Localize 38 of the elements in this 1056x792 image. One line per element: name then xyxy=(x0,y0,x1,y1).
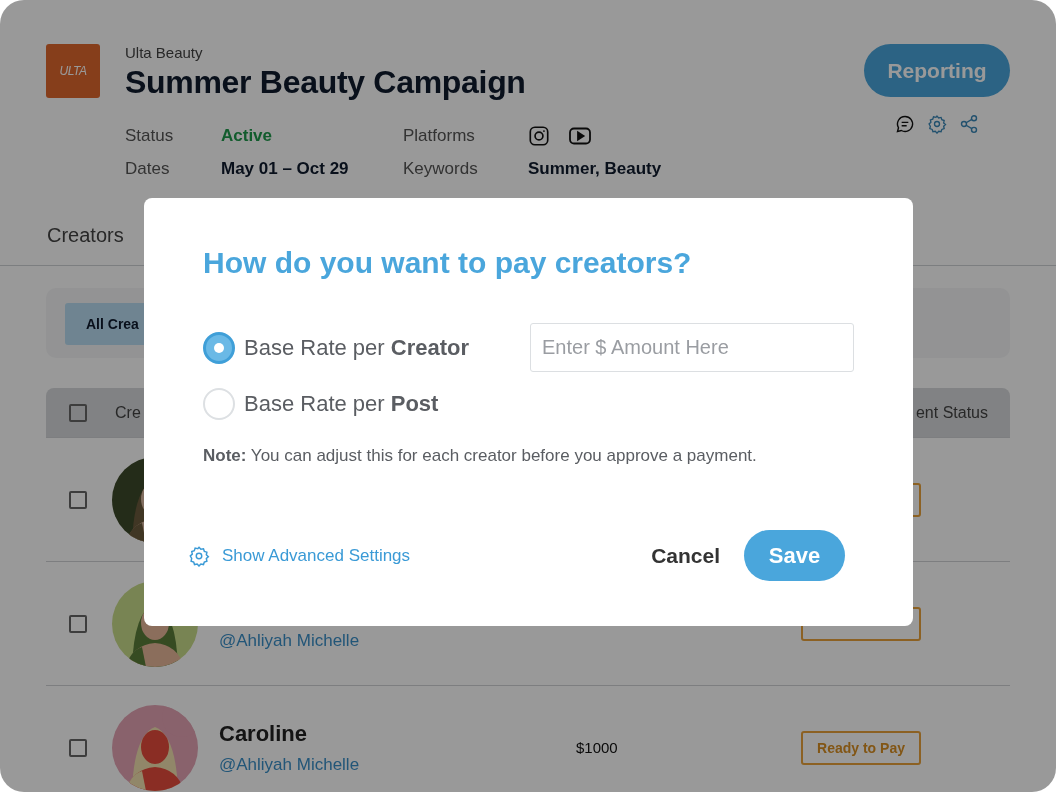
note-text: Note: You can adjust this for each creator before you approve a payment. xyxy=(203,446,758,466)
option-label[interactable]: Base Rate per Creator xyxy=(244,335,469,361)
checkbox[interactable] xyxy=(69,738,87,757)
column-header: ent Status xyxy=(915,403,988,422)
radio-button[interactable] xyxy=(203,332,235,364)
field-label: Platforms xyxy=(403,125,476,147)
campaign-title: Summer Beauty Campaign xyxy=(125,63,527,101)
advanced-settings-link[interactable]: Show Advanced Settings xyxy=(222,545,411,566)
modal-title: How do you want to pay creators? xyxy=(203,245,693,281)
column-header: Cre xyxy=(115,403,141,422)
settings-icon[interactable] xyxy=(927,114,947,134)
video-play-icon[interactable] xyxy=(568,125,592,147)
checkbox[interactable] xyxy=(69,403,87,422)
field-label: Status xyxy=(125,125,175,147)
save-button[interactable]: Save xyxy=(744,530,845,581)
creators-tab[interactable]: Creators xyxy=(47,224,124,246)
field-label: Keywords xyxy=(403,158,479,180)
settings-icon[interactable] xyxy=(188,544,210,567)
filter-button[interactable]: All Crea xyxy=(65,303,144,345)
creator-handle[interactable]: @Ahliyah Michelle xyxy=(219,754,576,775)
field-label: Dates xyxy=(125,158,171,180)
field-value: Summer, Beauty xyxy=(528,158,663,180)
checkbox[interactable] xyxy=(69,614,87,633)
brand-name: Ulta Beauty xyxy=(125,44,204,61)
field-value: May 01 – Oct 29 xyxy=(221,158,350,180)
creator-name: Caroline xyxy=(219,720,309,747)
option-label[interactable]: Base Rate per Post xyxy=(244,391,439,417)
cancel-button[interactable]: Cancel xyxy=(651,543,720,568)
status-value: Active xyxy=(221,125,274,147)
creator-handle[interactable]: @Ahliyah Michelle xyxy=(219,630,576,651)
share-icon[interactable] xyxy=(959,114,979,134)
checkbox[interactable] xyxy=(69,490,87,509)
instagram-icon[interactable] xyxy=(528,125,550,147)
status-badge: Ready to Pay xyxy=(801,730,921,765)
brand-logo: ULTA xyxy=(46,44,100,98)
amount-field[interactable]: Enter $ Amount Here xyxy=(530,323,854,372)
chat-icon[interactable] xyxy=(895,114,915,134)
amount-value: $1000 xyxy=(576,739,618,756)
